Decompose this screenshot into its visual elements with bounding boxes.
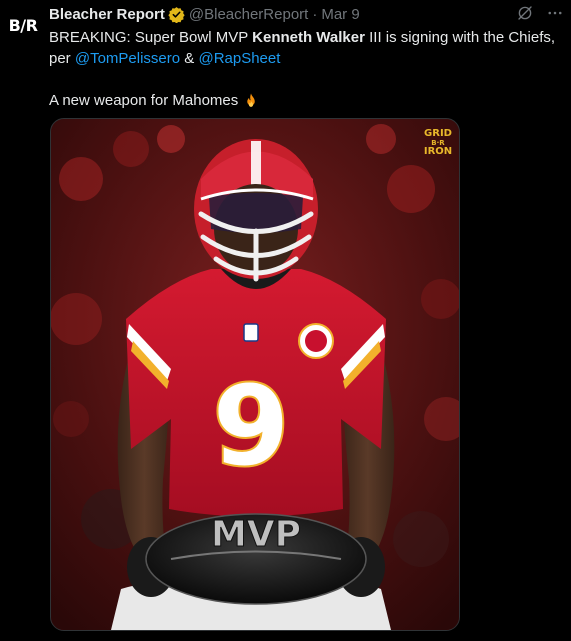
- jersey-number: 9: [213, 362, 290, 490]
- football-mvp-text: MVP: [211, 514, 301, 555]
- tweet[interactable]: B/R Bleacher Report @BleacherReport · Ma…: [0, 0, 571, 641]
- bold-player-name: Kenneth Walker: [252, 29, 365, 46]
- mention-link-tompelissero[interactable]: @TomPelissero: [75, 50, 180, 67]
- player-photo-illustration: 9 MVP: [51, 119, 459, 630]
- verified-badge-icon[interactable]: [168, 6, 185, 23]
- tweet-content: Bleacher Report @BleacherReport · Mar 9: [49, 0, 564, 111]
- separator-dot: ·: [312, 5, 318, 23]
- tweet-text-line-3: A new weapon for Mahomes: [49, 90, 564, 111]
- text-segment: &: [180, 50, 199, 67]
- tweet-header: Bleacher Report @BleacherReport · Mar 9: [49, 1, 564, 27]
- text-segment: per: [49, 50, 75, 67]
- text-segment: III is signing with the Chiefs,: [364, 29, 556, 46]
- header-actions: [516, 4, 564, 22]
- more-icon[interactable]: [546, 4, 564, 22]
- tweet-image[interactable]: 9 MVP GRID B·R IRON: [50, 118, 460, 631]
- tweet-text-line-1: BREAKING: Super Bowl MVP Kenneth Walker …: [49, 27, 564, 48]
- text-segment: BREAKING: Super Bowl MVP: [49, 29, 253, 46]
- grid-iron-logo: GRID B·R IRON: [423, 129, 453, 157]
- account-name[interactable]: Bleacher Report: [49, 6, 165, 23]
- grok-icon[interactable]: [516, 4, 534, 22]
- logo-text-top: GRID: [424, 128, 452, 139]
- account-handle[interactable]: @BleacherReport: [189, 6, 308, 23]
- avatar[interactable]: B/R: [8, 10, 38, 40]
- fire-icon: [242, 92, 260, 110]
- logo-text-bottom: IRON: [423, 146, 453, 157]
- text-segment: A new weapon for Mahomes: [49, 92, 239, 109]
- tweet-text-line-2: per @TomPelissero & @RapSheet: [49, 48, 564, 69]
- tweet-date[interactable]: Mar 9: [321, 6, 359, 23]
- mention-link-rapsheet[interactable]: @RapSheet: [198, 50, 280, 67]
- tweet-text: BREAKING: Super Bowl MVP Kenneth Walker …: [49, 27, 564, 111]
- avatar-logo-text: B/R: [8, 15, 38, 35]
